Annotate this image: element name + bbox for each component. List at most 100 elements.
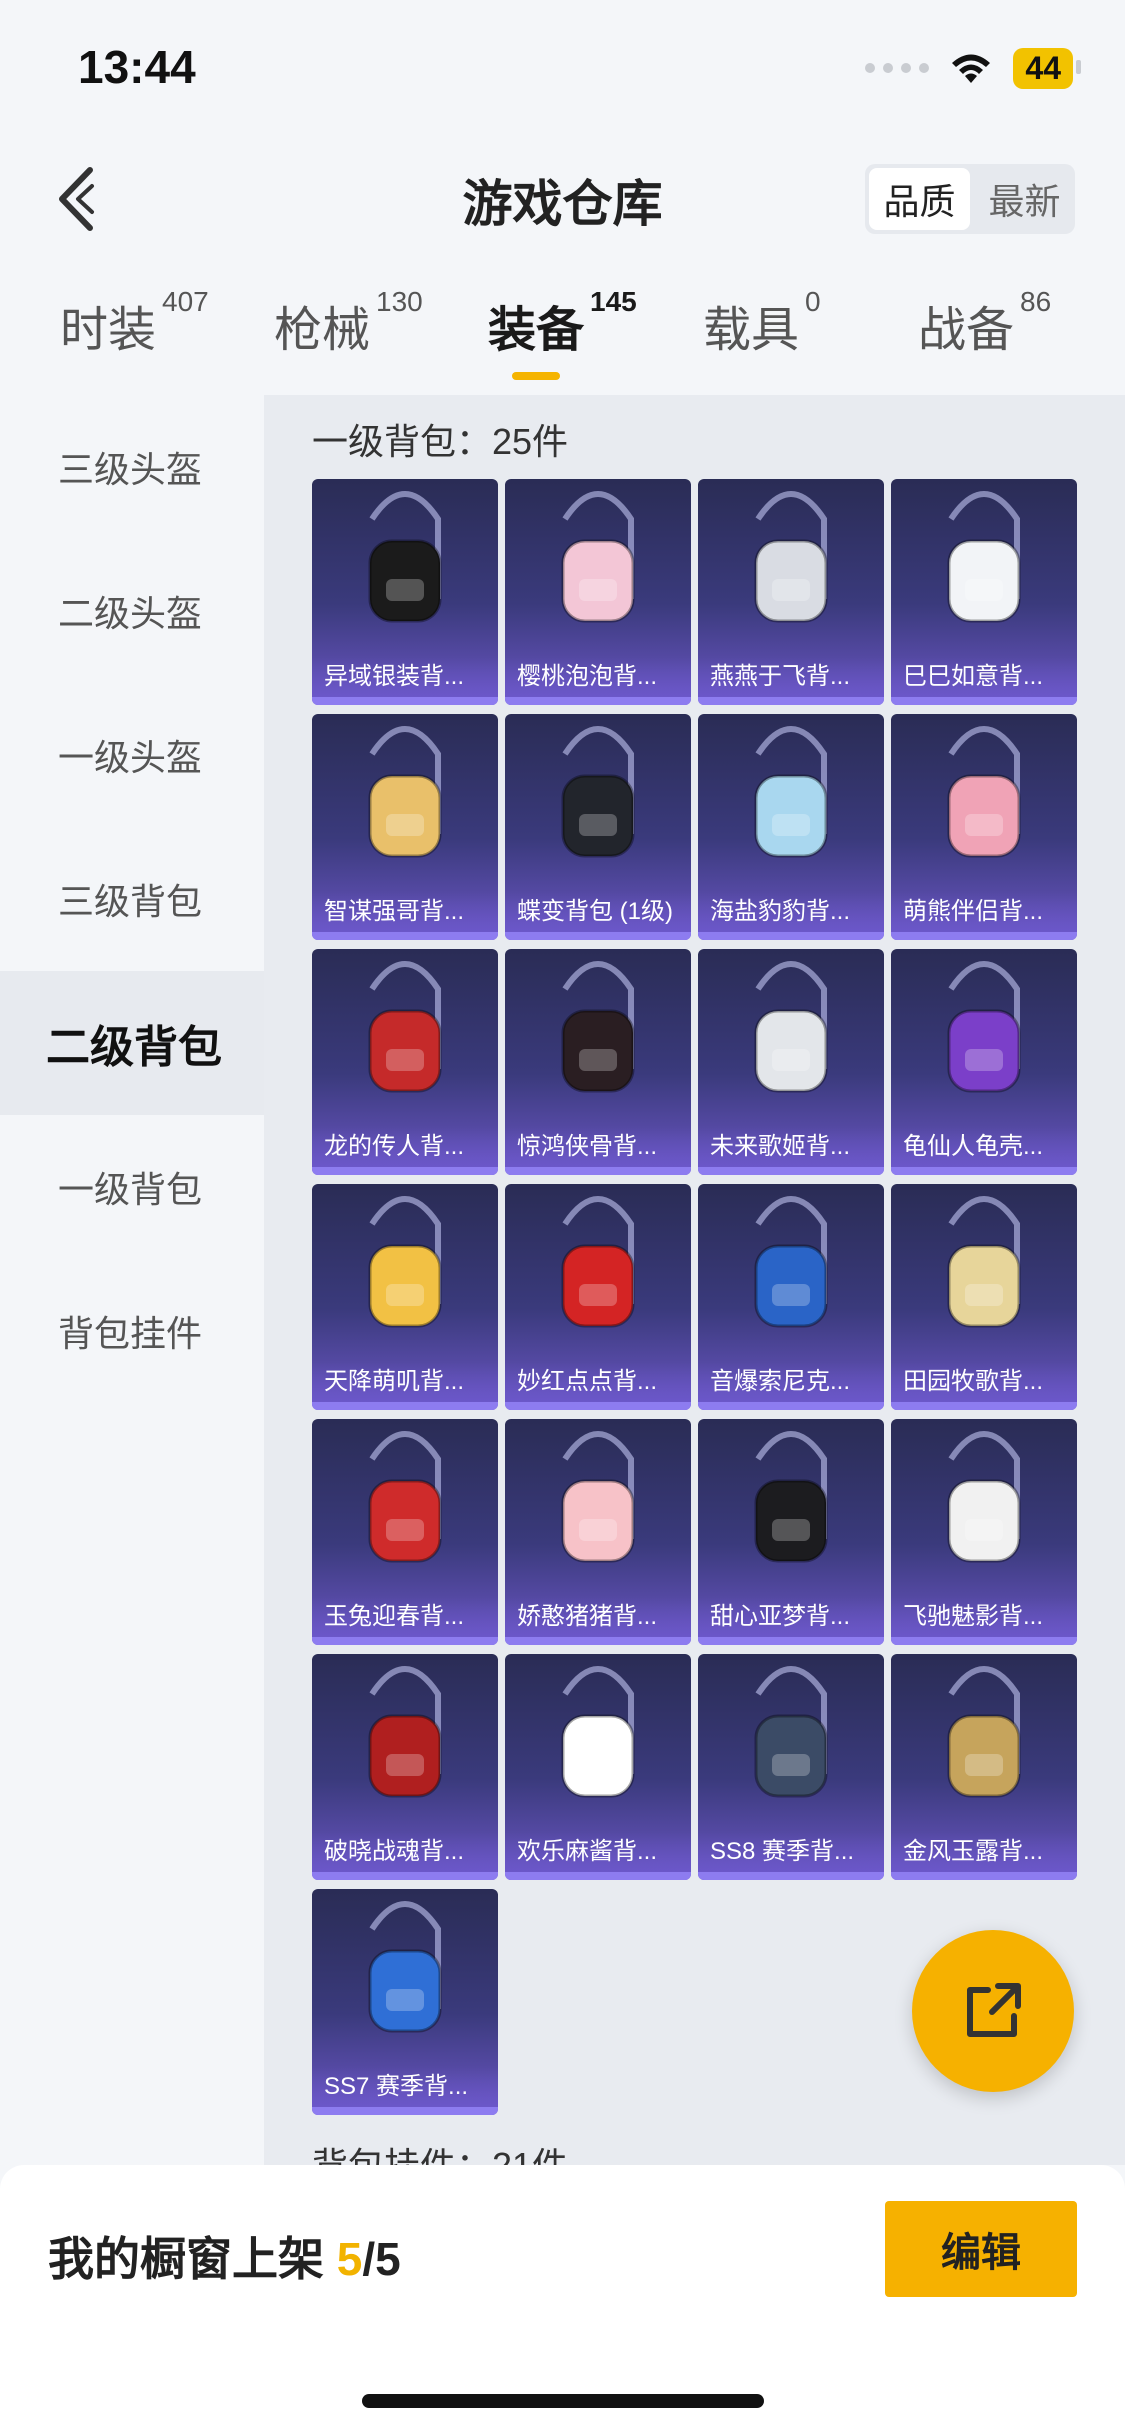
item-name: 萌熊伴侣背... <box>891 892 1077 932</box>
item-name: 海盐豹豹背... <box>698 892 884 932</box>
item-card[interactable]: 巳巳如意背... <box>891 479 1077 705</box>
item-panel[interactable]: 一级背包：25件 异域银装背... 樱桃泡泡背... 燕燕于飞背... 巳巳如意背..… <box>264 395 1125 2165</box>
item-card[interactable]: 玉兔迎春背... <box>312 1419 498 1645</box>
item-card[interactable]: 燕燕于飞背... <box>698 479 884 705</box>
backpack-icon <box>754 726 828 858</box>
wifi-icon <box>952 54 991 83</box>
backpack-icon <box>561 1196 635 1328</box>
backpack-icon <box>754 961 828 1093</box>
item-name: 异域银装背... <box>312 657 498 697</box>
rarity-bar <box>312 2107 498 2115</box>
showcase-total: /5 <box>362 2233 401 2285</box>
showcase-label: 我的橱窗上架 <box>48 2233 324 2285</box>
rarity-bar <box>891 1637 1077 1645</box>
battery-indicator: 44 <box>1013 47 1081 89</box>
tab-vehicles[interactable]: 载具0 <box>703 286 821 360</box>
item-card[interactable]: 田园牧歌背... <box>891 1184 1077 1410</box>
backpack-icon <box>561 1666 635 1798</box>
item-card[interactable]: 天降萌叽背... <box>312 1184 498 1410</box>
next-section-title: 背包挂件：21件 <box>312 2137 568 2165</box>
backpack-icon <box>368 961 442 1093</box>
sort-toggle: 品质 最新 <box>865 164 1075 234</box>
backpack-icon <box>368 1901 442 2033</box>
backpack-icon <box>947 1196 1021 1328</box>
sidebar-item-backpack-charm[interactable]: 背包挂件 <box>0 1259 264 1403</box>
item-card[interactable]: 龙的传人背... <box>312 949 498 1175</box>
item-card[interactable]: 飞驰魅影背... <box>891 1419 1077 1645</box>
sort-latest-button[interactable]: 最新 <box>974 164 1075 234</box>
rarity-bar <box>698 1637 884 1645</box>
backpack-icon <box>754 1666 828 1798</box>
sidebar-item-backpack-lv3[interactable]: 三级背包 <box>0 827 264 971</box>
status-time: 13:44 <box>78 41 196 93</box>
backpack-icon <box>368 1196 442 1328</box>
sidebar-item-helmet-lv2[interactable]: 二级头盔 <box>0 539 264 683</box>
item-card[interactable]: 萌熊伴侣背... <box>891 714 1077 940</box>
item-card[interactable]: 蝶变背包 (1级) <box>505 714 691 940</box>
tab-fashion[interactable]: 时装407 <box>60 286 209 360</box>
item-card[interactable]: 音爆索尼克... <box>698 1184 884 1410</box>
rarity-bar <box>505 1637 691 1645</box>
home-indicator <box>362 2394 764 2408</box>
item-name: 天降萌叽背... <box>312 1362 498 1402</box>
tab-equipment[interactable]: 装备145 <box>488 286 637 360</box>
item-name: 樱桃泡泡背... <box>505 657 691 697</box>
item-card[interactable]: 樱桃泡泡背... <box>505 479 691 705</box>
item-card[interactable]: 未来歌姬背... <box>698 949 884 1175</box>
category-tabs: 时装407 枪械130 装备145 载具0 战备86 <box>0 286 1125 400</box>
item-name: 巳巳如意背... <box>891 657 1077 697</box>
sidebar-item-backpack-lv2[interactable]: 二级背包 <box>0 971 264 1115</box>
item-card[interactable]: 娇憨猪猪背... <box>505 1419 691 1645</box>
backpack-icon <box>754 1196 828 1328</box>
tab-supplies[interactable]: 战备86 <box>918 286 1051 360</box>
backpack-icon <box>368 1431 442 1563</box>
signal-dots-icon <box>865 63 930 73</box>
backpack-icon <box>947 491 1021 623</box>
rarity-bar <box>505 932 691 940</box>
item-card[interactable]: 龟仙人龟壳... <box>891 949 1077 1175</box>
edit-button[interactable]: 编辑 <box>885 2201 1077 2297</box>
item-card[interactable]: 破晓战魂背... <box>312 1654 498 1880</box>
item-name: SS7 赛季背... <box>312 2067 498 2107</box>
item-card[interactable]: 惊鸿侠骨背... <box>505 949 691 1175</box>
item-card[interactable]: 海盐豹豹背... <box>698 714 884 940</box>
rarity-bar <box>891 1402 1077 1410</box>
item-name: 飞驰魅影背... <box>891 1597 1077 1637</box>
item-name: 惊鸿侠骨背... <box>505 1127 691 1167</box>
rarity-bar <box>698 1402 884 1410</box>
section-title: 一级背包：25件 <box>312 421 569 462</box>
share-button[interactable] <box>912 1930 1074 2092</box>
sidebar: 三级头盔 二级头盔 一级头盔 三级背包 二级背包 一级背包 背包挂件 <box>0 395 264 2165</box>
rarity-bar <box>505 1167 691 1175</box>
item-card[interactable]: 异域银装背... <box>312 479 498 705</box>
rarity-bar <box>312 1637 498 1645</box>
backpack-icon <box>561 1431 635 1563</box>
sort-quality-button[interactable]: 品质 <box>869 168 970 230</box>
sidebar-item-helmet-lv3[interactable]: 三级头盔 <box>0 395 264 539</box>
item-name: 欢乐麻酱背... <box>505 1832 691 1872</box>
sidebar-item-helmet-lv1[interactable]: 一级头盔 <box>0 683 264 827</box>
rarity-bar <box>505 697 691 705</box>
sidebar-item-backpack-lv1[interactable]: 一级背包 <box>0 1115 264 1259</box>
showcase-current: 5 <box>336 2233 363 2285</box>
item-card[interactable]: 智谋强哥背... <box>312 714 498 940</box>
rarity-bar <box>891 1167 1077 1175</box>
tab-weapons[interactable]: 枪械130 <box>274 286 423 360</box>
item-name: 田园牧歌背... <box>891 1362 1077 1402</box>
backpack-icon <box>947 1431 1021 1563</box>
item-card[interactable]: 妙红点点背... <box>505 1184 691 1410</box>
item-name: 金风玉露背... <box>891 1832 1077 1872</box>
backpack-icon <box>561 726 635 858</box>
backpack-icon <box>947 726 1021 858</box>
rarity-bar <box>312 1872 498 1880</box>
rarity-bar <box>698 1167 884 1175</box>
item-card[interactable]: 甜心亚梦背... <box>698 1419 884 1645</box>
rarity-bar <box>505 1402 691 1410</box>
item-name: 未来歌姬背... <box>698 1127 884 1167</box>
item-card[interactable]: SS8 赛季背... <box>698 1654 884 1880</box>
item-card[interactable]: 欢乐麻酱背... <box>505 1654 691 1880</box>
item-name: 音爆索尼克... <box>698 1362 884 1402</box>
backpack-icon <box>947 961 1021 1093</box>
item-card[interactable]: SS7 赛季背... <box>312 1889 498 2115</box>
item-card[interactable]: 金风玉露背... <box>891 1654 1077 1880</box>
